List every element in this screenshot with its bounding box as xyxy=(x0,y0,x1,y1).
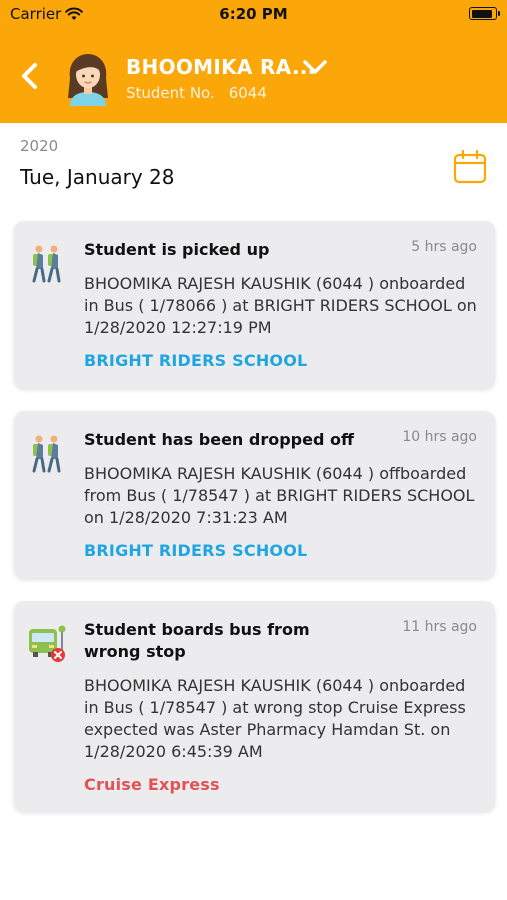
student-name[interactable]: BHOOMIKA RA... xyxy=(126,55,316,79)
students-walking-icon xyxy=(32,245,61,283)
notification-location-link[interactable]: Cruise Express xyxy=(84,775,220,794)
year-label: 2020 xyxy=(20,137,59,155)
bus-wrong-stop-icon xyxy=(29,625,66,662)
date-label: Tue, January 28 xyxy=(20,165,175,189)
student-number-value: 6044 xyxy=(228,84,267,102)
notification-time: 5 hrs ago xyxy=(411,239,477,255)
student-avatar xyxy=(68,54,108,106)
notification-body: BHOOMIKA RAJESH KAUSHIK (6044 ) onboarde… xyxy=(84,676,466,761)
date-header: 2020 Tue, January 28 xyxy=(0,123,507,208)
status-time: 6:20 PM xyxy=(219,5,288,23)
notification-title: Student boards bus from wrong stop xyxy=(84,620,310,661)
notification-body: BHOOMIKA RAJESH KAUSHIK (6044 ) offboard… xyxy=(84,464,475,527)
back-button[interactable] xyxy=(14,60,46,92)
calendar-icon[interactable] xyxy=(453,150,487,184)
notification-location-link[interactable]: BRIGHT RIDERS SCHOOL xyxy=(84,351,307,370)
students-walking-icon xyxy=(32,435,61,473)
student-header: BHOOMIKA RA... Student No. 6044 xyxy=(0,28,507,123)
status-bar: Carrier 6:20 PM xyxy=(0,0,507,28)
student-number-label: Student No. xyxy=(126,84,215,102)
notification-time: 11 hrs ago xyxy=(402,619,477,635)
notification-card[interactable]: Student has been dropped off 10 hrs ago … xyxy=(14,411,495,578)
notification-card[interactable]: Student is picked up 5 hrs ago BHOOMIKA … xyxy=(14,221,495,388)
notification-body: BHOOMIKA RAJESH KAUSHIK (6044 ) onboarde… xyxy=(84,274,477,337)
notification-time: 10 hrs ago xyxy=(402,429,477,445)
back-arrow-icon xyxy=(22,63,37,89)
student-number: Student No. 6044 xyxy=(126,84,267,102)
chevron-down-icon[interactable] xyxy=(300,56,330,78)
notification-title: Student is picked up xyxy=(84,240,270,259)
notification-card[interactable]: Student boards bus from wrong stop 11 hr… xyxy=(14,601,495,811)
battery-icon xyxy=(469,7,500,20)
notification-title: Student has been dropped off xyxy=(84,430,354,449)
notification-location-link[interactable]: BRIGHT RIDERS SCHOOL xyxy=(84,541,307,560)
